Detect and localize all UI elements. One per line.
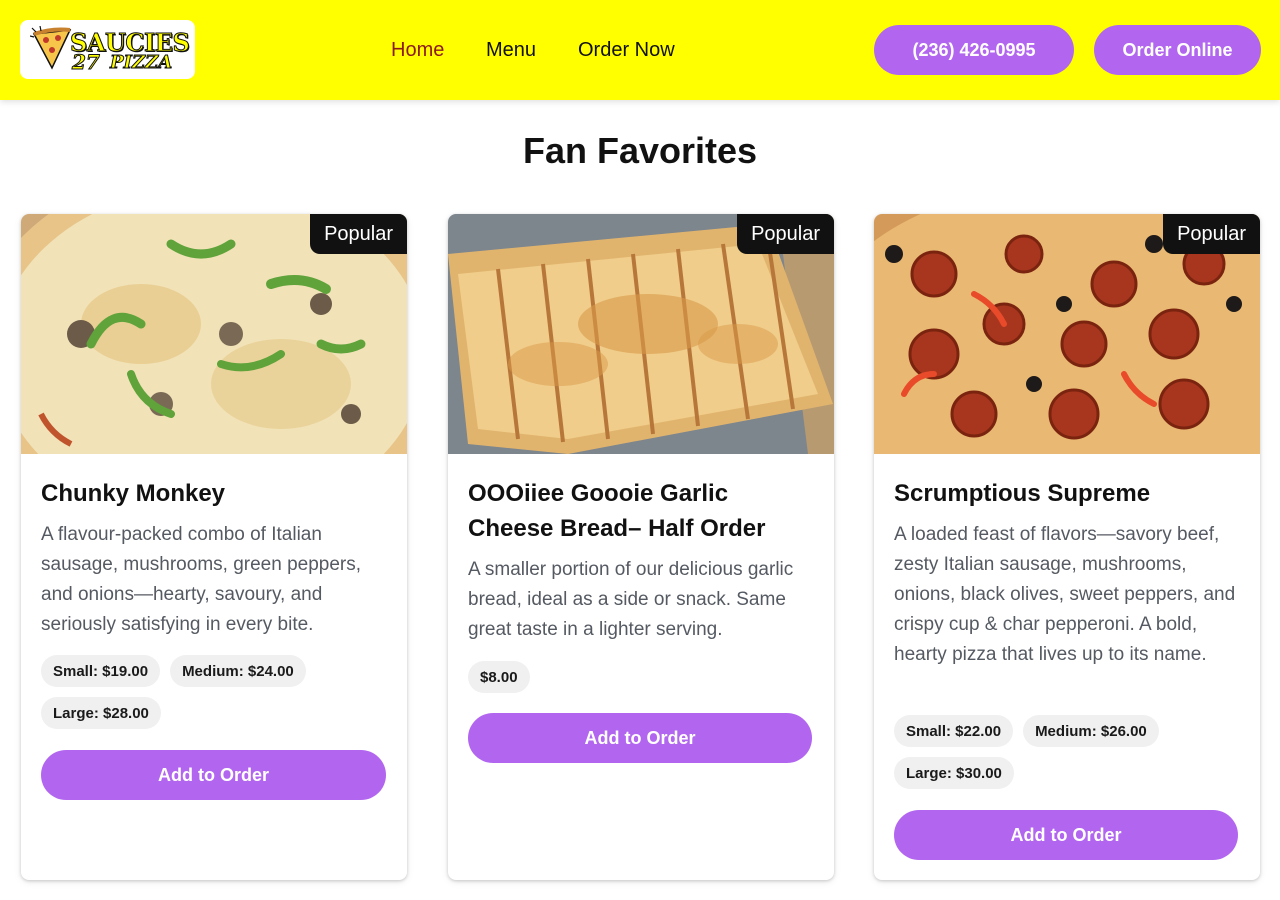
price-options: $8.00 xyxy=(468,661,818,693)
menu-card-chunky-monkey: Popular Chunky Monkey A flavour-packed c… xyxy=(21,214,407,880)
card-title: Scrumptious Supreme xyxy=(894,480,1151,507)
nav-order-now-link[interactable]: Order Now xyxy=(578,38,675,62)
popular-badge: Popular xyxy=(310,214,407,254)
price-options: Small: $19.00 Medium: $24.00 Large: $28.… xyxy=(41,655,391,729)
price-chip: $8.00 xyxy=(468,661,530,693)
card-title: Chunky Monkey xyxy=(41,480,226,507)
saucies-27-pizza-logo[interactable]: SAUCIES 27 PIZZA xyxy=(20,20,195,79)
price-chip: Large: $28.00 xyxy=(41,697,161,729)
logo-number: 27 xyxy=(72,50,101,75)
popular-badge: Popular xyxy=(1163,214,1260,254)
add-to-order-button[interactable]: Add to Order xyxy=(894,810,1238,860)
price-chip: Large: $30.00 xyxy=(894,757,1014,789)
card-description: A flavour-packed combo of Italian sausag… xyxy=(41,524,362,635)
add-to-order-button[interactable]: Add to Order xyxy=(41,750,386,800)
card-title: OOOiiee Goooie Garlic Cheese Bread– Half… xyxy=(468,480,766,542)
price-chip: Medium: $24.00 xyxy=(170,655,306,687)
add-to-order-button[interactable]: Add to Order xyxy=(468,713,812,763)
section-title: Fan Favorites xyxy=(522,130,758,171)
price-chip: Small: $19.00 xyxy=(41,655,161,687)
phone-button[interactable]: (236) 426-0995 xyxy=(874,25,1074,75)
nav-home-link[interactable]: Home xyxy=(391,38,444,62)
price-options: Small: $22.00 Medium: $26.00 Large: $30.… xyxy=(894,715,1244,789)
order-online-button[interactable]: Order Online xyxy=(1094,25,1261,75)
popular-badge: Popular xyxy=(737,214,834,254)
card-description: A smaller portion of our delicious garli… xyxy=(468,559,794,640)
price-chip: Medium: $26.00 xyxy=(1023,715,1159,747)
menu-card-garlic-cheese-bread: Popular OOOiiee Goooie Garlic Cheese Bre… xyxy=(448,214,834,880)
nav-menu-link[interactable]: Menu xyxy=(486,38,536,62)
logo-subtitle: PIZZA xyxy=(109,52,173,74)
menu-card-scrumptious-supreme: Popular Scrumptious Supreme A loaded fea… xyxy=(874,214,1260,880)
card-description: A loaded feast of flavors—savory beef, z… xyxy=(894,524,1236,665)
site-header: SAUCIES 27 PIZZA Home Menu Order Now (23… xyxy=(0,0,1280,100)
price-chip: Small: $22.00 xyxy=(894,715,1014,747)
